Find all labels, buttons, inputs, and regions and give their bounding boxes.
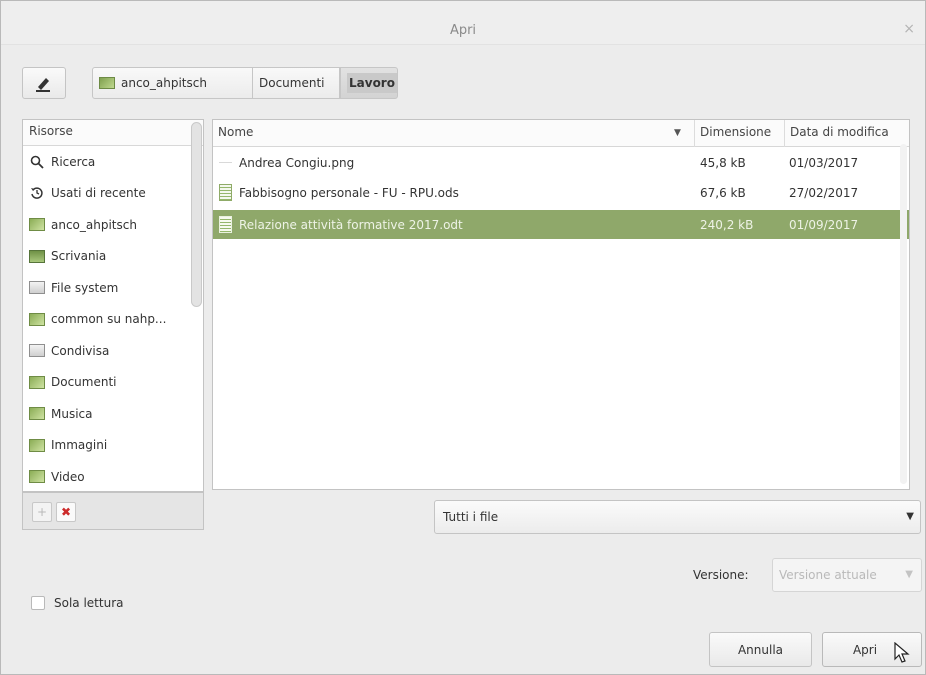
desktop-icon: [29, 249, 45, 263]
sidebar-item-label: File system: [51, 280, 119, 295]
chevron-down-icon: ▼: [905, 569, 913, 580]
chevron-down-icon: ▼: [906, 511, 914, 522]
sidebar-item-pictures[interactable]: Immagini: [23, 430, 203, 462]
sidebar-item-label: Condivisa: [51, 343, 110, 358]
sidebar-item-label: common su nahp...: [51, 312, 167, 327]
image-file-icon: [219, 162, 232, 163]
home-folder-icon: [99, 77, 115, 89]
sidebar-item-label: Usati di recente: [51, 186, 146, 201]
sidebar-item-music[interactable]: Musica: [23, 398, 203, 430]
drive-icon: [29, 281, 45, 295]
file-row[interactable]: Andrea Congiu.png 45,8 kB 01/03/2017: [213, 148, 909, 177]
video-folder-icon: [29, 470, 45, 484]
column-size[interactable]: Dimensione: [695, 120, 785, 147]
file-name: Relazione attività formative 2017.odt: [239, 217, 463, 232]
file-list-header: Nome ▼ Dimensione Data di modifica: [213, 120, 909, 147]
documents-folder-icon: [29, 375, 45, 389]
crumb-documents[interactable]: Documenti: [252, 67, 340, 99]
file-type-filter[interactable]: Tutti i file ▼: [434, 500, 921, 534]
sidebar-item-filesystem[interactable]: File system: [23, 272, 203, 304]
sidebar-item-label: Scrivania: [51, 249, 107, 264]
sidebar-item-video[interactable]: Video: [23, 461, 203, 491]
window-title: Apri: [449, 23, 477, 38]
places-sidebar: Risorse Ricerca Usati di recente anco_ah…: [22, 119, 204, 492]
version-value: Versione attuale: [779, 568, 877, 582]
cancel-button[interactable]: Annulla: [709, 632, 812, 667]
file-size: 67,6 kB: [700, 185, 746, 200]
file-date: 01/09/2017: [789, 217, 859, 232]
sidebar-item-label: Video: [51, 469, 85, 484]
pencil-icon: [36, 78, 50, 92]
sidebar-item-label: anco_ahpitsch: [51, 217, 137, 232]
read-only-option[interactable]: Sola lettura: [31, 596, 123, 610]
path-bar: ◀ anco_ahpitsch Documenti Lavoro: [22, 67, 398, 99]
sidebar-item-label: Ricerca: [51, 154, 96, 169]
mouse-pointer-icon: [894, 642, 910, 663]
open-file-dialog: Apri × ◀ anco_ahpitsch Documenti Lavoro …: [0, 0, 926, 675]
sidebar-item-recent[interactable]: Usati di recente: [23, 178, 203, 210]
read-only-label: Sola lettura: [54, 596, 124, 610]
music-folder-icon: [29, 407, 45, 421]
title-bar: Apri ×: [1, 1, 925, 45]
sidebar-scrollbar[interactable]: [191, 122, 202, 307]
file-name: Andrea Congiu.png: [239, 155, 355, 170]
sidebar-item-home[interactable]: anco_ahpitsch: [23, 209, 203, 241]
sidebar-item-documents[interactable]: Documenti: [23, 367, 203, 399]
file-size: 240,2 kB: [700, 217, 754, 232]
close-icon[interactable]: ×: [903, 21, 915, 37]
document-file-icon: [219, 216, 232, 233]
file-date: 27/02/2017: [789, 185, 859, 200]
sidebar-item-network-share[interactable]: common su nahp...: [23, 304, 203, 336]
crumb-current-folder[interactable]: Lavoro: [340, 67, 398, 99]
filter-value: Tutti i file: [443, 510, 499, 524]
file-size: 45,8 kB: [700, 155, 746, 170]
file-date: 01/03/2017: [789, 155, 859, 170]
read-only-checkbox[interactable]: [31, 596, 45, 610]
sidebar-actions: + ✖: [22, 492, 204, 530]
sort-descending-icon: ▼: [674, 128, 681, 138]
sidebar-item-label: Immagini: [51, 438, 108, 453]
sidebar-item-label: Musica: [51, 406, 93, 421]
file-name: Fabbisogno personale - FU - RPU.ods: [239, 185, 459, 200]
spreadsheet-file-icon: [219, 184, 232, 201]
drive-icon: [29, 344, 45, 358]
add-bookmark-button[interactable]: +: [32, 502, 52, 522]
network-folder-icon: [29, 312, 45, 326]
history-icon: [29, 187, 45, 200]
version-label: Versione:: [693, 568, 749, 582]
home-folder-icon: [29, 218, 45, 232]
remove-bookmark-button[interactable]: ✖: [56, 502, 76, 522]
crumb-label: Documenti: [259, 76, 325, 90]
crumb-label: Lavoro: [347, 73, 397, 93]
file-list: Nome ▼ Dimensione Data di modifica Andre…: [212, 119, 910, 490]
sidebar-item-desktop[interactable]: Scrivania: [23, 241, 203, 273]
file-row-selected[interactable]: Relazione attività formative 2017.odt 24…: [213, 210, 909, 239]
type-location-button[interactable]: [22, 67, 66, 99]
pictures-folder-icon: [29, 438, 45, 452]
file-row[interactable]: Fabbisogno personale - FU - RPU.ods 67,6…: [213, 178, 909, 207]
sidebar-item-search[interactable]: Ricerca: [23, 146, 203, 178]
crumb-label: anco_ahpitsch: [121, 76, 207, 90]
search-icon: [29, 155, 45, 169]
crumb-home[interactable]: anco_ahpitsch: [92, 67, 253, 99]
open-button-label: Apri: [852, 642, 878, 657]
version-select[interactable]: Versione attuale ▼: [772, 558, 922, 592]
file-list-scrollbar[interactable]: [900, 144, 907, 484]
sidebar-item-label: Documenti: [51, 375, 117, 390]
column-modified[interactable]: Data di modifica: [785, 120, 909, 147]
sidebar-item-shared[interactable]: Condivisa: [23, 335, 203, 367]
column-name[interactable]: Nome: [213, 120, 695, 147]
sidebar-header: Risorse: [23, 120, 203, 146]
